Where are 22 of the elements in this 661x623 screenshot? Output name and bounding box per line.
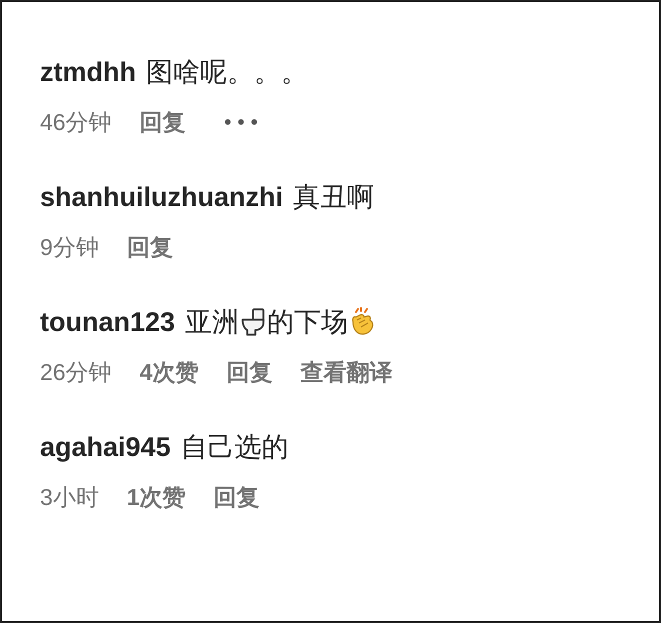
translate-link[interactable]: 查看翻译: [300, 356, 392, 388]
comment-text: 自己选的: [180, 431, 289, 464]
comment-text: 真丑啊: [293, 181, 374, 214]
username[interactable]: ztmdhh: [40, 56, 136, 88]
timestamp: 46分钟: [40, 108, 112, 136]
toilet-icon: [239, 307, 268, 337]
reply-button[interactable]: 回复: [126, 232, 173, 262]
reply-button[interactable]: 回复: [214, 482, 260, 512]
reply-button[interactable]: 回复: [140, 106, 186, 138]
username[interactable]: tounan123: [40, 306, 176, 338]
timestamp: 3小时: [40, 482, 99, 512]
comment-text: 图啥呢。。。: [146, 56, 308, 89]
username[interactable]: shanhuiluzhuanzhi: [40, 182, 283, 212]
reply-button[interactable]: 回复: [226, 356, 272, 388]
username[interactable]: agahai945: [40, 432, 171, 462]
timestamp: 9分钟: [40, 232, 99, 262]
likes-count[interactable]: 1次赞: [126, 482, 186, 512]
more-icon[interactable]: [224, 118, 258, 126]
timestamp: 26分钟: [40, 358, 112, 386]
likes-count[interactable]: 4次赞: [140, 356, 198, 388]
comment-text: 的下场: [267, 306, 348, 339]
comment-text: 亚洲: [185, 306, 240, 339]
